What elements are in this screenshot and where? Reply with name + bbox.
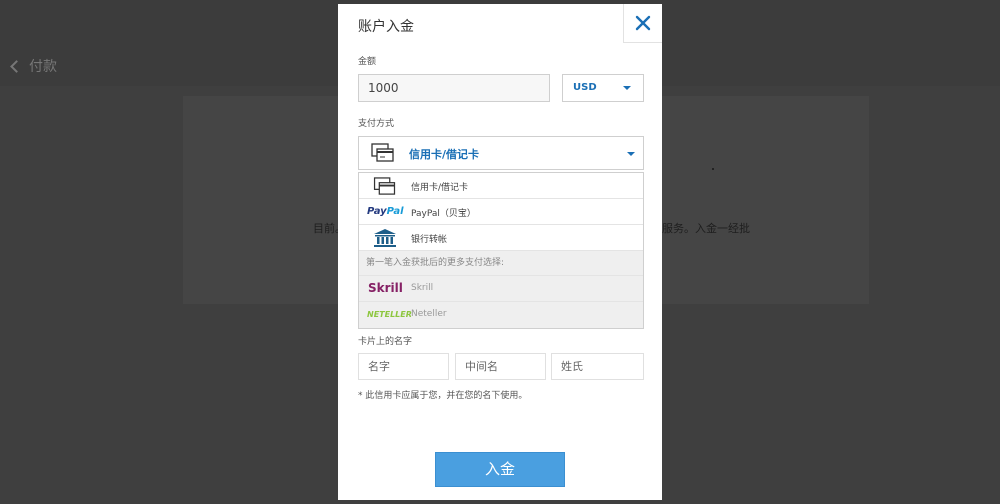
option-label: PayPal（贝宝）: [411, 209, 476, 219]
option-label: Neteller: [411, 309, 447, 319]
close-button[interactable]: [623, 4, 662, 43]
payment-method-select[interactable]: 信用卡/借记卡: [358, 136, 644, 170]
amount-label: 金额: [358, 57, 377, 67]
chevron-down-icon: [623, 86, 631, 90]
payment-method-dropdown: 信用卡/借记卡 PayPal PayPal（贝宝） 银行转帐 第一笔入金获批后的…: [358, 172, 644, 329]
back-link[interactable]: 付款: [10, 56, 57, 76]
first-name-input[interactable]: 名字: [358, 353, 449, 380]
bank-icon: [374, 229, 396, 247]
close-icon: [635, 15, 651, 31]
neteller-logo: NETELLER: [367, 310, 412, 319]
chevron-left-icon: [10, 60, 23, 73]
middle-name-input[interactable]: 中间名: [455, 353, 546, 380]
option-skrill: Skrill Skrill: [359, 276, 643, 302]
paypal-logo-text-a: Pay: [367, 206, 387, 217]
currency-value: USD: [573, 82, 597, 93]
paypal-logo-text-b: Pal: [386, 206, 404, 217]
option-neteller: NETELLER Neteller: [359, 302, 643, 328]
modal-title: 账户入金: [358, 19, 414, 35]
skrill-logo: Skrill: [368, 281, 403, 295]
currency-select[interactable]: USD: [562, 74, 644, 102]
credit-card-icon: [373, 177, 396, 195]
payment-method-label: 支付方式: [358, 119, 395, 129]
more-options-header: 第一笔入金获批后的更多支付选择:: [359, 251, 643, 276]
paypal-logo: PayPal: [367, 206, 404, 217]
back-label: 付款: [29, 59, 57, 75]
option-label: Skrill: [411, 283, 434, 293]
deposit-button[interactable]: 入金: [435, 452, 565, 487]
option-credit-card[interactable]: 信用卡/借记卡: [359, 173, 643, 199]
card-ownership-note: * 此信用卡应属于您，并在您的名下使用。: [358, 391, 528, 401]
deposit-modal: 账户入金 金额 1000 USD 支付方式 信用卡/借记卡 信用卡/借记卡 Pa…: [338, 4, 662, 500]
option-label: 信用卡/借记卡: [411, 183, 469, 193]
card-name-label: 卡片上的名字: [358, 337, 413, 347]
credit-card-icon: [371, 143, 394, 162]
option-bank-transfer[interactable]: 银行转帐: [359, 225, 643, 251]
background-text-right: 服务。入金一经批: [662, 222, 750, 235]
payment-method-selected: 信用卡/借记卡: [409, 148, 480, 161]
option-label: 银行转帐: [411, 235, 448, 245]
amount-input[interactable]: 1000: [358, 74, 550, 102]
option-paypal[interactable]: PayPal PayPal（贝宝）: [359, 199, 643, 225]
last-name-input[interactable]: 姓氏: [551, 353, 644, 380]
chevron-down-icon: [627, 152, 635, 156]
background-dot: [712, 168, 714, 170]
